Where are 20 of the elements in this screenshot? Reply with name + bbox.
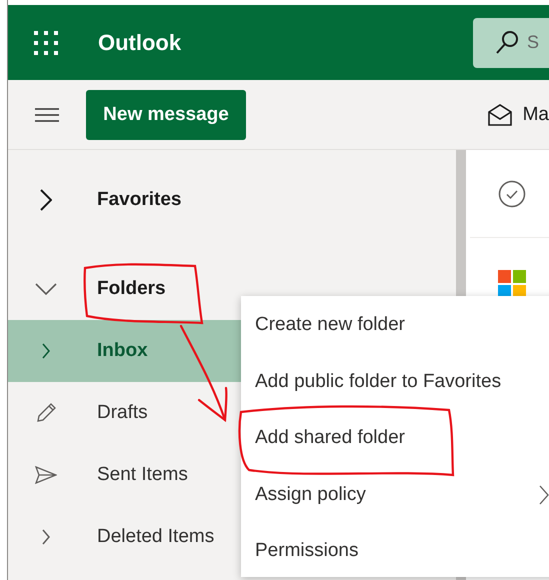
new-message-button[interactable]: New message <box>86 90 246 140</box>
menu-item[interactable]: Add shared folder <box>241 410 549 466</box>
toolbar-action[interactable]: Ma <box>522 104 549 126</box>
app-title: Outlook <box>98 30 182 56</box>
nav-item[interactable]: Favorites <box>8 169 456 231</box>
menu-item[interactable]: Assign policy <box>241 466 549 523</box>
envelope-icon[interactable] <box>486 102 513 126</box>
circle-check-icon[interactable] <box>498 180 526 208</box>
search-input[interactable]: S <box>527 32 547 53</box>
four-squares-icon <box>498 270 526 298</box>
chevron-right-icon[interactable] <box>40 189 52 211</box>
chevron-right-icon <box>539 484 549 505</box>
search-box[interactable]: S <box>473 18 549 68</box>
chevron-down-icon[interactable] <box>35 283 57 295</box>
search-icon <box>495 30 519 56</box>
app-launcher-icon[interactable] <box>34 30 58 54</box>
menu-item[interactable]: Permissions <box>241 523 549 580</box>
send-icon <box>35 466 57 484</box>
pencil-icon <box>35 402 57 424</box>
menu-icon[interactable] <box>35 106 59 122</box>
